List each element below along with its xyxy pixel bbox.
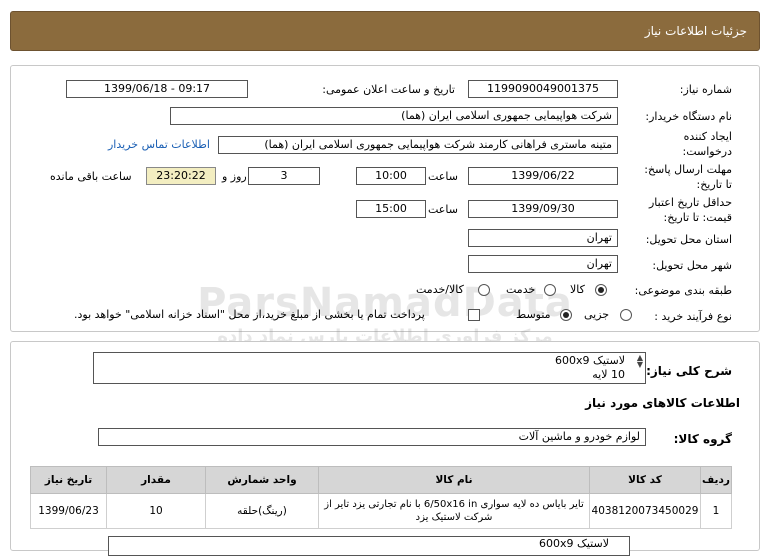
deadline-label-2: تا تاریخ: [696,178,732,191]
process-option-minor: جزیی [584,308,610,321]
description-line-1: لاستیک 600x9 [555,354,625,367]
creator-label: ایجاد کننده [683,130,732,143]
goods-info-title: اطلاعات کالاهای مورد نیاز [585,396,740,410]
deadline-time-field: 10:00 [356,167,426,185]
process-radio-medium[interactable] [560,309,572,321]
process-label: نوع فرآیند خرید : [654,310,732,323]
col-unit: واحد شمارش [205,466,319,494]
category-option-goods: کالا [570,283,585,296]
treasury-payment-note: پرداخت تمام یا بخشی از مبلغ خرید،از محل … [74,308,425,321]
validity-time-label: ساعت [428,203,458,216]
city-label: شهر محل تحویل: [652,259,732,272]
table-row[interactable]: 1 4038120073450029 تایر بایاس ده لایه سو… [30,493,732,529]
validity-label: حداقل تاریخ اعتبار [648,196,732,209]
goods-group-label: گروه کالا: [673,432,732,446]
need-number-label: شماره نیاز: [679,83,732,96]
deadline-label: مهلت ارسال پاسخ: [644,163,732,176]
deadline-date-field: 1399/06/22 [468,167,618,185]
description-textarea[interactable]: لاستیک 600x9 10 لایه ▲ ▼ [93,352,646,384]
time-remaining-field: 23:20:22 [146,167,216,185]
category-label: طبقه بندی موضوعی: [634,284,732,297]
page-header: جزئیات اطلاعات نیاز [10,11,760,51]
cell-name: تایر بایاس ده لایه سواری 6/50x16 in با ن… [318,493,590,529]
province-field: تهران [468,229,618,247]
announce-field: 1399/06/18 - 09:17 [66,80,248,98]
time-remaining-label: ساعت باقی مانده [50,170,132,183]
creator-label-2: درخواست: [682,145,732,158]
province-label: استان محل تحویل: [645,233,732,246]
validity-label-2: قیمت: تا تاریخ: [663,211,732,224]
need-number-field: 1199090049001375 [468,80,618,98]
buyer-contact-link[interactable]: اطلاعات تماس خریدار [108,138,210,151]
process-option-medium: متوسط [516,308,551,321]
category-option-goods-service: کالا/خدمت [416,283,464,296]
col-name: نام کالا [318,466,590,494]
cell-row: 1 [700,493,732,529]
creator-field: متینه ماستری فراهانی کارمند شرکت هواپیما… [218,136,618,154]
category-radio-goods[interactable] [595,284,607,296]
category-radio-goods-service[interactable] [478,284,490,296]
item-description-text: لاستیک 600x9 [539,537,609,550]
description-line-2: 10 لایه [592,368,625,381]
validity-date-field: 1399/09/30 [468,200,618,218]
process-radio-minor[interactable] [620,309,632,321]
days-label: روز و [222,170,247,183]
category-radio-service[interactable] [544,284,556,296]
col-row: ردیف [700,466,732,494]
col-code: کد کالا [589,466,701,494]
item-description-box[interactable]: لاستیک 600x9 [108,536,630,556]
deadline-time-label: ساعت [428,170,458,183]
scroll-arrows-icon[interactable]: ▲ ▼ [637,354,643,369]
category-option-service: خدمت [506,283,536,296]
validity-time-field: 15:00 [356,200,426,218]
page-title: جزئیات اطلاعات نیاز [644,24,747,38]
treasury-payment-checkbox[interactable] [468,309,480,321]
days-remaining-field: 3 [248,167,320,185]
city-field: تهران [468,255,618,273]
description-label: شرح کلی نیاز: [646,364,732,378]
col-qty: مقدار [106,466,206,494]
cell-qty: 10 [106,493,206,529]
cell-date: 1399/06/23 [30,493,107,529]
cell-unit: (رینگ)حلقه [205,493,319,529]
goods-table: ردیف کد کالا نام کالا واحد شمارش مقدار ت… [30,466,732,529]
buyer-field: شرکت هواپیمایی جمهوری اسلامی ایران (هما) [170,107,618,125]
col-date: تاریخ نیاز [30,466,107,494]
cell-code: 4038120073450029 [589,493,701,529]
buyer-label: نام دستگاه خریدار: [645,110,732,123]
announce-label: تاریخ و ساعت اعلان عمومی: [322,83,455,96]
table-header-row: ردیف کد کالا نام کالا واحد شمارش مقدار ت… [30,466,732,494]
goods-group-field: لوازم خودرو و ماشین آلات [98,428,646,446]
